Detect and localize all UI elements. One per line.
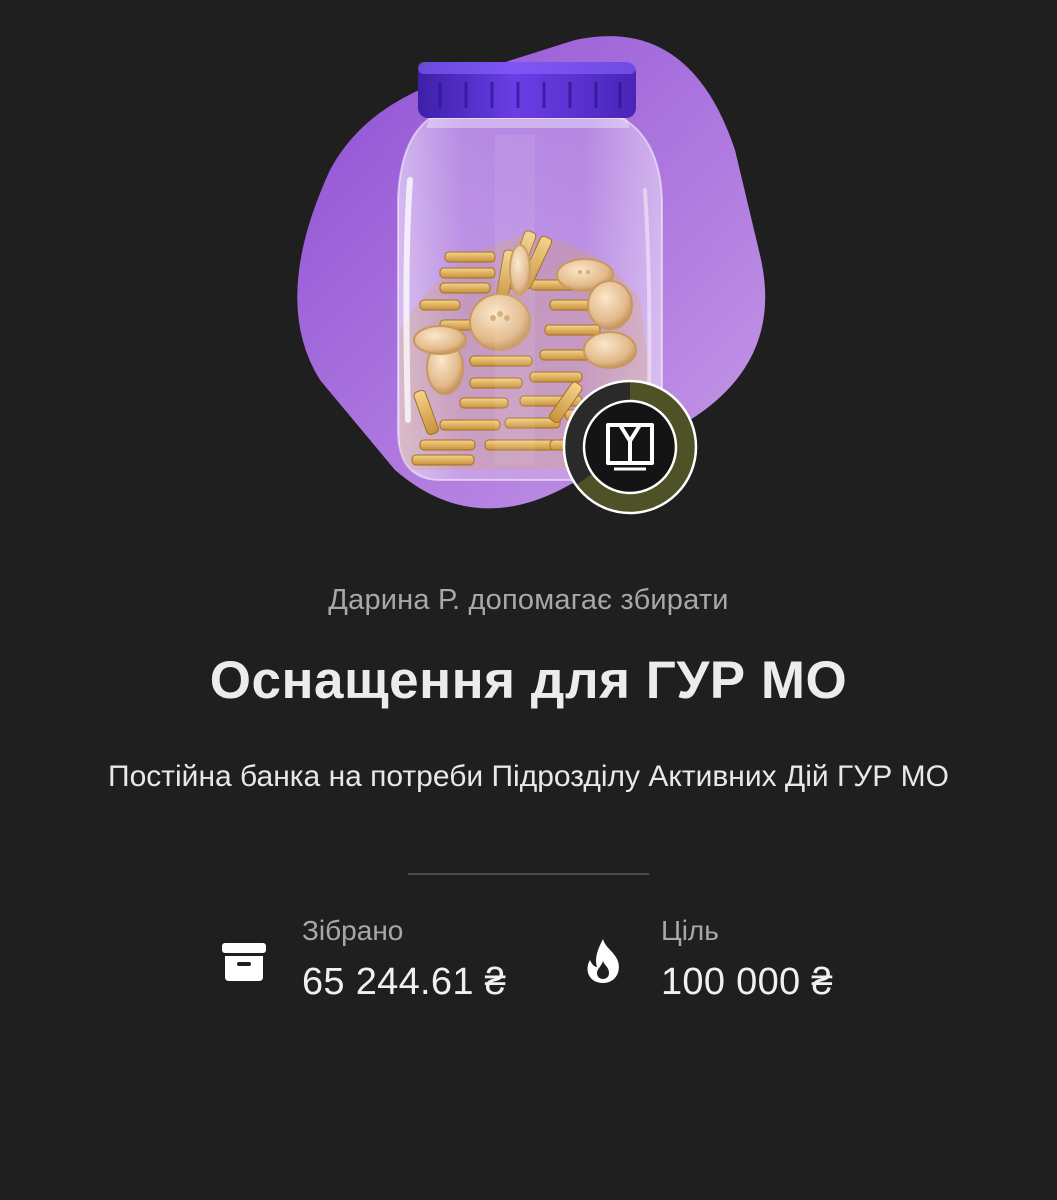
goal-stat: Ціль 100 000 ₴	[579, 915, 909, 1015]
archive-box-icon	[222, 943, 266, 981]
goal-label: Ціль	[661, 915, 719, 946]
jar-illustration	[0, 0, 1057, 540]
jar-lid	[418, 62, 636, 118]
flame-icon	[587, 939, 619, 983]
organization-logo-badge	[562, 379, 698, 515]
collected-value: 65 244.61 ₴	[302, 961, 507, 1003]
jar-title: Оснащення для ГУР МО	[209, 651, 848, 710]
collected-stat: Зібрано 65 244.61 ₴	[220, 915, 550, 1015]
divider	[408, 873, 649, 875]
jar-description: Постійна банка на потреби Підрозділу Акт…	[108, 760, 949, 793]
goal-value: 100 000 ₴	[661, 961, 833, 1003]
helper-text: Дарина Р. допомагає збирати	[328, 584, 729, 616]
collected-label: Зібрано	[302, 915, 404, 946]
